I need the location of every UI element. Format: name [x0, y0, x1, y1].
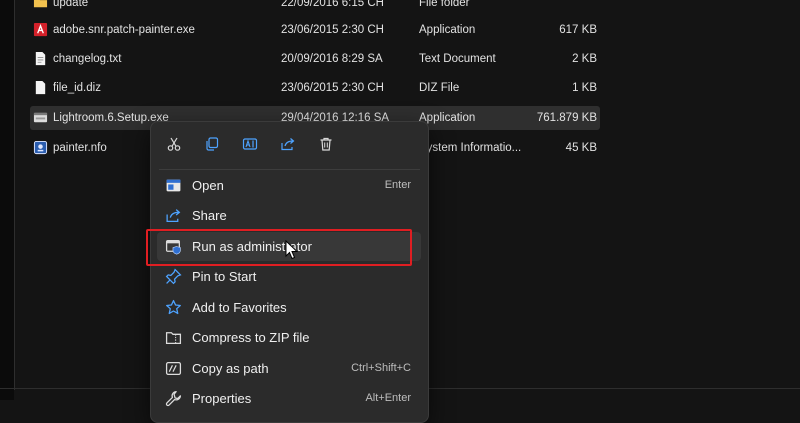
- menu-item-label: Compress to ZIP file: [192, 330, 310, 345]
- share-toolbar-button[interactable]: [276, 132, 300, 156]
- annotation-highlight-box: [146, 229, 412, 266]
- pin-icon: [165, 268, 182, 285]
- adobe-exe-icon: [33, 22, 48, 37]
- file-name: painter.nfo: [53, 142, 107, 154]
- menu-item-shortcut: Ctrl+Shift+C: [351, 362, 411, 374]
- file-name: file_id.diz: [53, 82, 101, 94]
- star-icon: [165, 299, 182, 316]
- file-type: Text Document: [419, 53, 496, 65]
- file-name: update: [53, 0, 89, 9]
- wrench-icon: [165, 390, 182, 407]
- folder-icon: [33, 0, 48, 10]
- file-date: 23/06/2015 2:30 CH: [281, 82, 384, 94]
- file-size: 2 KB: [572, 53, 597, 65]
- menu-item-label: Open: [192, 178, 224, 193]
- menu-item-pin-to-start[interactable]: Pin to Start: [157, 262, 421, 291]
- file-size: 761.879 KB: [536, 112, 597, 124]
- file-date: 23/06/2015 2:30 CH: [281, 24, 384, 36]
- file-size: 45 KB: [565, 142, 597, 154]
- nfo-file-icon: [33, 140, 48, 155]
- copy-icon: [206, 137, 219, 151]
- file-type: File folder: [419, 0, 470, 9]
- menu-item-add-to-favorites[interactable]: Add to Favorites: [157, 293, 421, 322]
- menu-item-label: Pin to Start: [192, 269, 257, 284]
- menu-item-shortcut: Alt+Enter: [365, 392, 411, 404]
- menu-item-compress-to-zip[interactable]: Compress to ZIP file: [157, 323, 421, 352]
- zip-icon: [165, 329, 182, 346]
- file-size: 617 KB: [559, 24, 597, 36]
- file-name: changelog.txt: [53, 53, 122, 65]
- share-icon: [281, 138, 295, 151]
- file-name: adobe.snr.patch-painter.exe: [53, 24, 195, 36]
- copy-path-icon: [165, 360, 182, 377]
- text-file-icon: [33, 51, 48, 66]
- rename-button[interactable]: [238, 132, 262, 156]
- menu-item-share[interactable]: Share: [157, 201, 421, 230]
- file-row[interactable]: changelog.txt 20/09/2016 8:29 SA Text Do…: [30, 47, 600, 71]
- mouse-cursor-icon: [285, 239, 299, 260]
- context-menu-toolbar: [151, 122, 428, 166]
- menu-item-copy-as-path[interactable]: Copy as path Ctrl+Shift+C: [157, 354, 421, 383]
- menu-item-label: Share: [192, 208, 227, 223]
- file-row[interactable]: file_id.diz 23/06/2015 2:30 CH DIZ File …: [30, 76, 600, 100]
- file-type: Application: [419, 24, 476, 36]
- file-type: DIZ File: [419, 82, 460, 94]
- menu-item-label: Properties: [192, 391, 252, 406]
- menu-item-shortcut: Enter: [384, 179, 411, 191]
- menu-item-label: Add to Favorites: [192, 300, 287, 315]
- copy-button[interactable]: [200, 132, 224, 156]
- file-row[interactable]: update 22/09/2016 6:15 CH File folder: [30, 0, 600, 15]
- context-menu: Open Enter Share Run as administrator Pi…: [150, 121, 429, 423]
- delete-button[interactable]: [314, 132, 338, 156]
- menu-item-open[interactable]: Open Enter: [157, 171, 421, 200]
- file-type: System Informatio...: [419, 142, 522, 154]
- file-date: 22/09/2016 6:15 CH: [281, 0, 384, 9]
- file-size: 1 KB: [572, 82, 597, 94]
- share-icon: [165, 207, 182, 224]
- menu-item-properties[interactable]: Properties Alt+Enter: [157, 384, 421, 413]
- file-icon: [33, 80, 48, 95]
- file-row[interactable]: adobe.snr.patch-painter.exe 23/06/2015 2…: [30, 18, 600, 42]
- setup-exe-icon: [33, 110, 48, 125]
- cut-button[interactable]: [162, 132, 186, 156]
- rename-icon: [242, 138, 258, 150]
- open-icon: [165, 177, 182, 194]
- menu-item-label: Copy as path: [192, 361, 269, 376]
- menu-separator: [159, 169, 420, 170]
- file-date: 20/09/2016 8:29 SA: [281, 53, 383, 65]
- delete-icon: [320, 137, 332, 151]
- cut-icon: [167, 137, 181, 151]
